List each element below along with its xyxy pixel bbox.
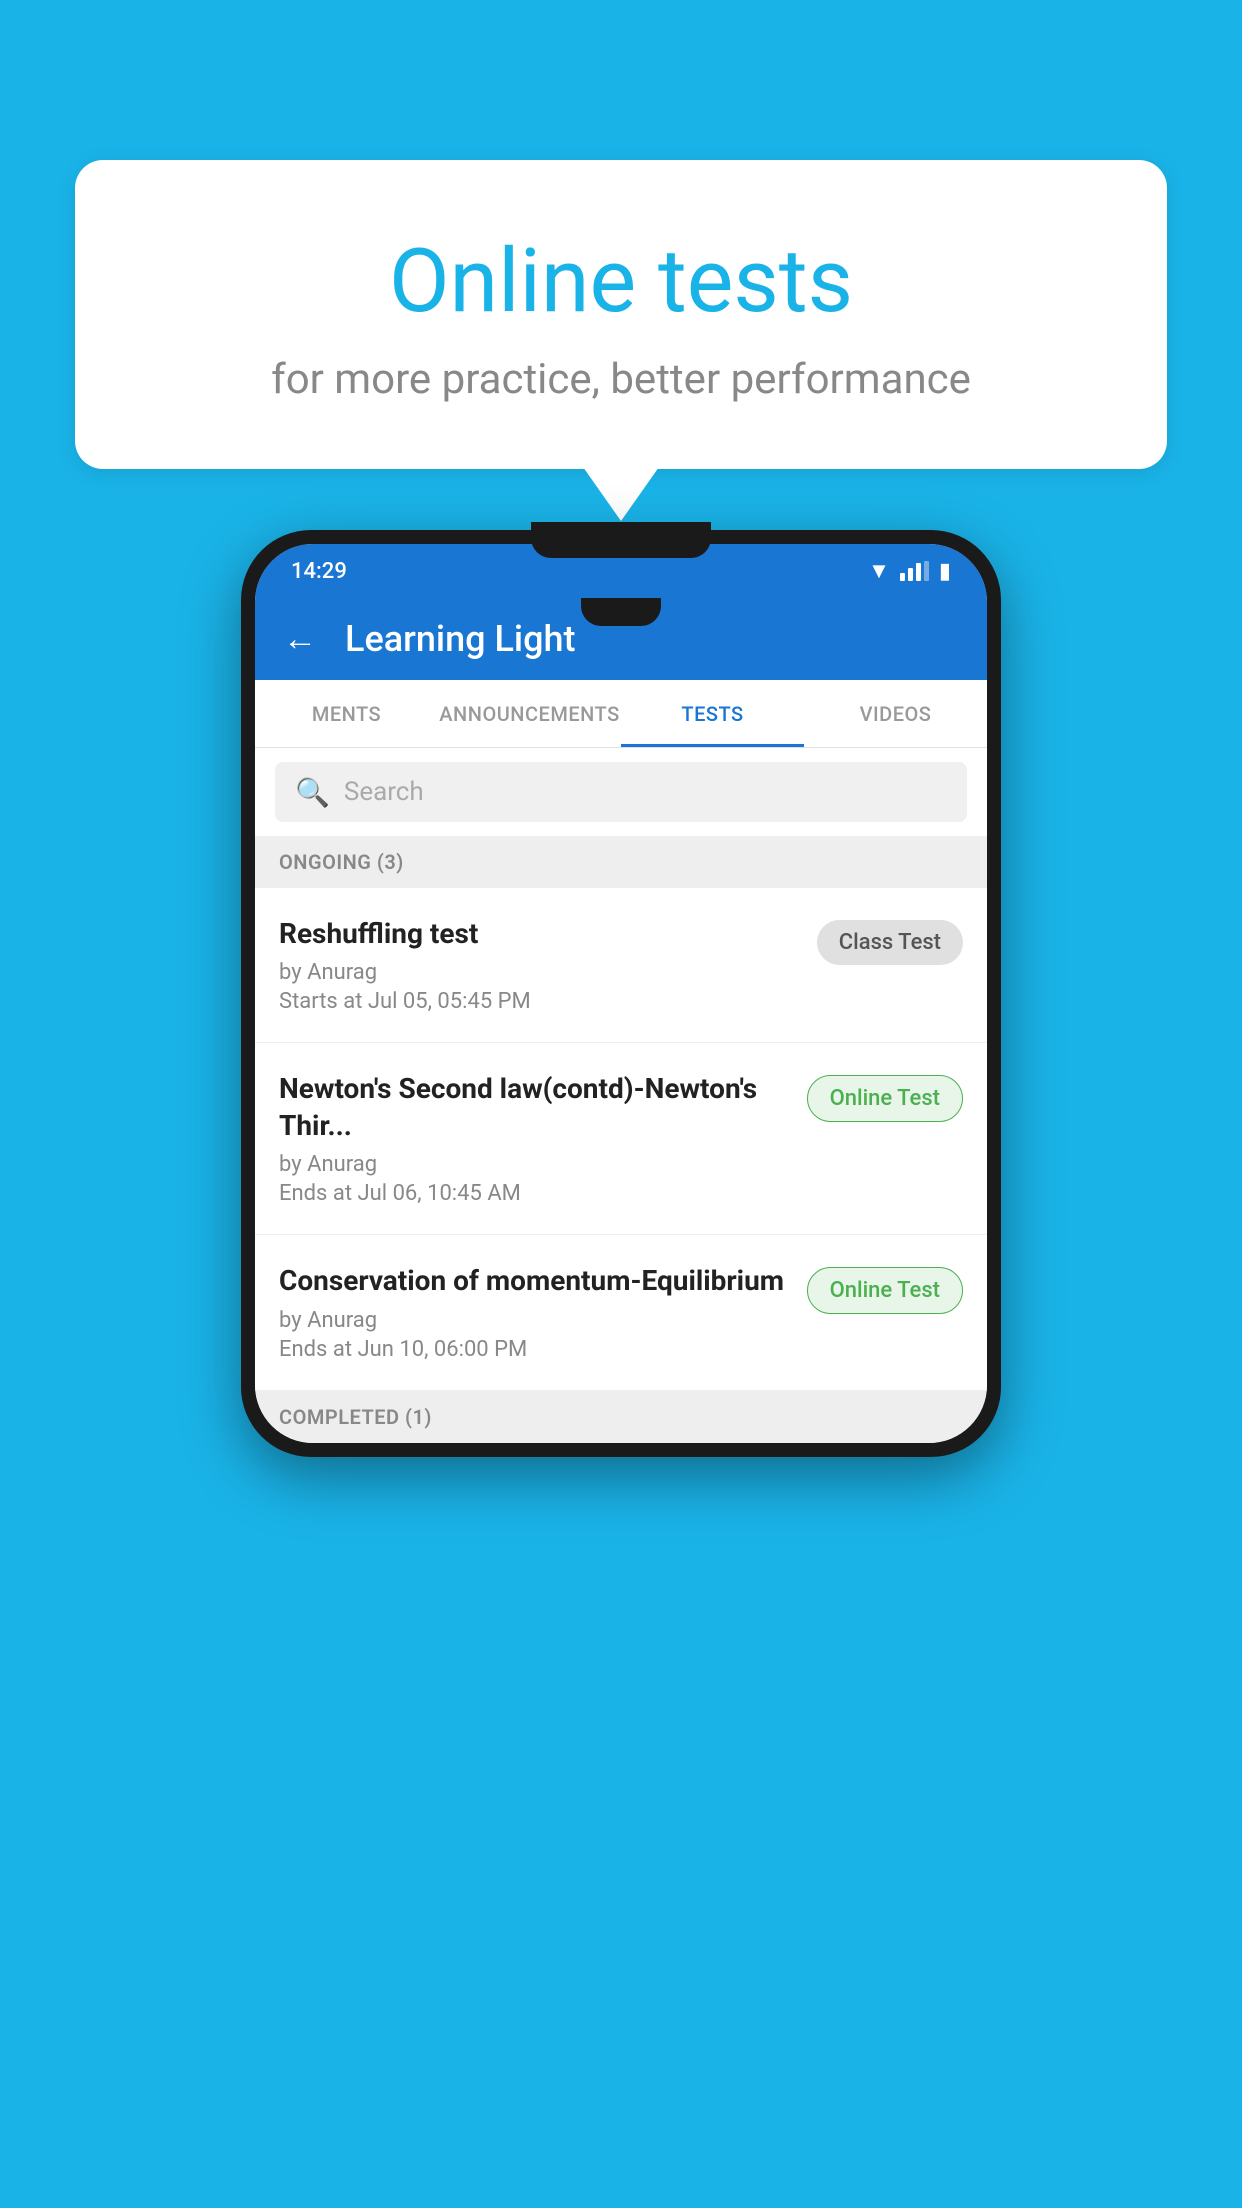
bubble-title: Online tests (135, 230, 1107, 333)
tab-videos[interactable]: VIDEOS (804, 680, 987, 747)
test-list: Reshuffling test by Anurag Starts at Jul… (255, 888, 987, 1391)
tab-ments[interactable]: MENTS (255, 680, 438, 747)
battery-icon: ▮ (939, 559, 951, 584)
phone-screen: 14:29 ▼ ▮ ← Learning Light (255, 544, 987, 1443)
test-info-2: Newton's Second law(contd)-Newton's Thir… (279, 1071, 791, 1206)
test-item-newton[interactable]: Newton's Second law(contd)-Newton's Thir… (255, 1043, 987, 1235)
test-date-1: Starts at Jul 05, 05:45 PM (279, 989, 801, 1014)
search-bar[interactable]: 🔍 Search (275, 762, 967, 822)
wifi-icon: ▼ (868, 558, 890, 584)
tab-tests[interactable]: TESTS (621, 680, 804, 747)
completed-section-header: COMPLETED (1) (255, 1391, 987, 1443)
test-badge-1: Class Test (817, 920, 963, 965)
test-info-1: Reshuffling test by Anurag Starts at Jul… (279, 916, 801, 1014)
app-title: Learning Light (345, 618, 575, 660)
bubble-subtitle: for more practice, better performance (135, 355, 1107, 404)
test-badge-3: Online Test (807, 1267, 963, 1314)
test-name-3: Conservation of momentum-Equilibrium (279, 1263, 791, 1299)
test-date-2: Ends at Jul 06, 10:45 AM (279, 1181, 791, 1206)
test-name-2: Newton's Second law(contd)-Newton's Thir… (279, 1071, 791, 1144)
completed-section-title: COMPLETED (1) (279, 1405, 432, 1429)
test-info-3: Conservation of momentum-Equilibrium by … (279, 1263, 791, 1361)
search-input[interactable]: Search (344, 777, 424, 807)
status-icons: ▼ ▮ (868, 558, 951, 584)
camera-notch (581, 598, 661, 626)
test-by-2: by Anurag (279, 1152, 791, 1177)
test-by-3: by Anurag (279, 1308, 791, 1333)
status-bar: 14:29 ▼ ▮ (255, 544, 987, 598)
test-badge-2: Online Test (807, 1075, 963, 1122)
tab-bar: MENTS ANNOUNCEMENTS TESTS VIDEOS (255, 680, 987, 748)
search-icon: 🔍 (295, 776, 330, 809)
speech-bubble: Online tests for more practice, better p… (75, 160, 1167, 469)
test-by-1: by Anurag (279, 960, 801, 985)
phone-mockup: 14:29 ▼ ▮ ← Learning Light (241, 530, 1001, 1457)
ongoing-section-title: ONGOING (3) (279, 850, 404, 874)
phone-frame: 14:29 ▼ ▮ ← Learning Light (241, 530, 1001, 1457)
test-date-3: Ends at Jun 10, 06:00 PM (279, 1337, 791, 1362)
test-item-conservation[interactable]: Conservation of momentum-Equilibrium by … (255, 1235, 987, 1390)
speech-bubble-container: Online tests for more practice, better p… (75, 160, 1167, 469)
back-button[interactable]: ← (283, 619, 317, 659)
signal-icon (900, 561, 929, 581)
test-item-reshuffling[interactable]: Reshuffling test by Anurag Starts at Jul… (255, 888, 987, 1043)
tab-announcements[interactable]: ANNOUNCEMENTS (438, 680, 621, 747)
search-container: 🔍 Search (255, 748, 987, 836)
test-name-1: Reshuffling test (279, 916, 801, 952)
status-time: 14:29 (291, 559, 347, 584)
ongoing-section-header: ONGOING (3) (255, 836, 987, 888)
